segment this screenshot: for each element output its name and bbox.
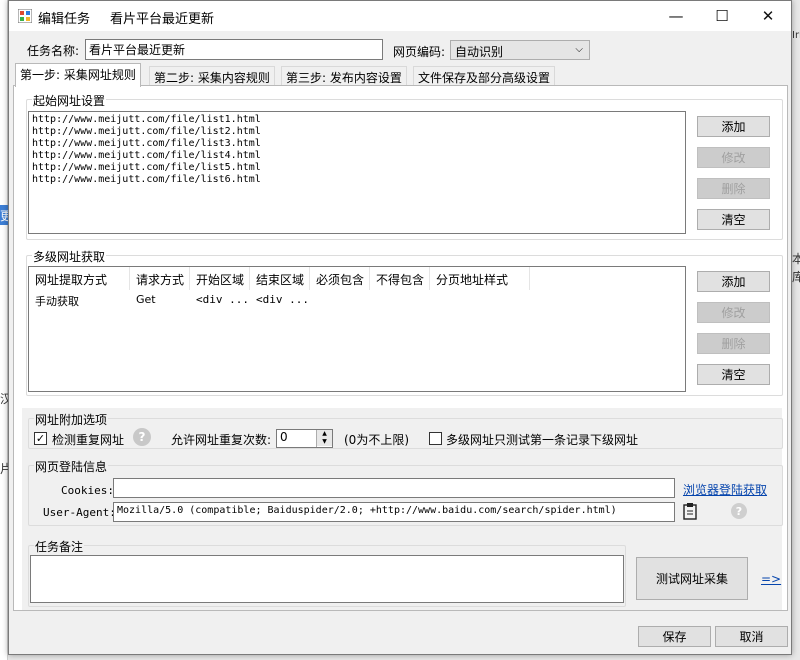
cookies-input[interactable] xyxy=(113,478,675,498)
help-icon[interactable]: ? xyxy=(133,428,151,446)
column-header[interactable]: 结束区域 xyxy=(250,267,310,290)
column-header[interactable]: 请求方式 xyxy=(130,267,190,290)
allow-repeat-value: 0 xyxy=(280,430,288,444)
multi-level-add-button[interactable]: 添加 xyxy=(697,271,770,292)
list-item[interactable]: http://www.meijutt.com/file/list2.html xyxy=(29,126,685,138)
multi-level-delete-button[interactable]: 删除 xyxy=(697,333,770,354)
list-item[interactable]: http://www.meijutt.com/file/list3.html xyxy=(29,138,685,150)
table-cell: <div ... xyxy=(196,293,249,306)
spin-buttons[interactable]: ▲ ▼ xyxy=(316,430,332,447)
start-url-clear-button[interactable]: 清空 xyxy=(697,209,770,230)
table-cell: 手动获取 xyxy=(35,295,79,308)
cookies-label: Cookies: xyxy=(61,484,114,497)
notes-group-title: 任务备注 xyxy=(34,538,85,555)
background-mark: Iri xyxy=(792,30,800,41)
column-header[interactable]: 开始区域 xyxy=(190,267,250,290)
app-icon xyxy=(18,9,32,23)
start-url-delete-button[interactable]: 删除 xyxy=(697,178,770,199)
tab-content-rules[interactable]: 第二步: 采集内容规则 xyxy=(149,66,275,86)
encoding-label: 网页编码: xyxy=(393,45,446,59)
login-group-title: 网页登陆信息 xyxy=(34,458,109,475)
background-left-strip xyxy=(0,0,8,660)
check-duplicate-label: 检测重复网址 xyxy=(52,433,125,447)
multi-level-group-title: 多级网址获取 xyxy=(32,248,107,265)
title-bar[interactable]: 编辑任务 看片平台最近更新 — ☐ ✕ xyxy=(9,1,791,31)
minimize-button[interactable]: — xyxy=(653,1,699,31)
chevron-down-icon: ⌵ xyxy=(575,44,583,55)
multi-level-clear-button[interactable]: 清空 xyxy=(697,364,770,385)
first-record-label: 多级网址只测试第一条记录下级网址 xyxy=(446,433,639,447)
tab-url-rules[interactable]: 第一步: 采集网址规则 xyxy=(15,63,141,87)
notes-input[interactable] xyxy=(30,555,624,603)
tab-file-advanced[interactable]: 文件保存及部分高级设置 xyxy=(413,66,556,86)
start-url-group-title: 起始网址设置 xyxy=(32,92,107,109)
list-item[interactable]: http://www.meijutt.com/file/list1.html xyxy=(29,114,685,126)
start-url-add-button[interactable]: 添加 xyxy=(697,116,770,137)
spin-down-icon[interactable]: ▼ xyxy=(317,438,332,446)
table-cell: Get xyxy=(136,293,156,306)
edit-task-dialog: 编辑任务 看片平台最近更新 — ☐ ✕ 任务名称: 看片平台最近更新 网页编码:… xyxy=(8,0,792,655)
allow-repeat-stepper[interactable]: 0 ▲ ▼ xyxy=(276,429,333,448)
clipboard-icon[interactable] xyxy=(681,502,699,520)
maximize-button[interactable]: ☐ xyxy=(699,1,745,31)
tab-publish-settings[interactable]: 第三步: 发布内容设置 xyxy=(281,66,407,86)
encoding-value: 自动识别 xyxy=(455,45,504,59)
help-icon[interactable]: ? xyxy=(731,503,747,519)
user-agent-label: User-Agent: xyxy=(43,506,116,519)
background-mark: 库 xyxy=(792,270,800,284)
table-cell: <div ... xyxy=(256,293,309,306)
close-button[interactable]: ✕ xyxy=(745,1,791,31)
column-header[interactable]: 网址提取方式 xyxy=(29,267,130,290)
list-item[interactable]: http://www.meijutt.com/file/list5.html xyxy=(29,162,685,174)
background-mark: 本 xyxy=(792,252,800,266)
column-header[interactable]: 分页地址样式 xyxy=(430,267,530,290)
cancel-button[interactable]: 取消 xyxy=(715,626,788,647)
task-name-input[interactable]: 看片平台最近更新 xyxy=(85,39,383,60)
task-name-label: 任务名称: xyxy=(27,44,80,58)
allow-repeat-label: 允许网址重复次数: xyxy=(171,433,272,447)
window-subtitle: 看片平台最近更新 xyxy=(110,12,215,27)
browser-login-link[interactable]: 浏览器登陆获取 xyxy=(683,481,767,498)
start-url-edit-button[interactable]: 修改 xyxy=(697,147,770,168)
user-agent-input[interactable]: Mozilla/5.0 (compatible; Baiduspider/2.0… xyxy=(113,502,675,522)
first-record-checkbox[interactable] xyxy=(429,432,442,445)
list-item[interactable]: http://www.meijutt.com/file/list6.html xyxy=(29,174,685,186)
check-duplicate-checkbox[interactable]: ✓ xyxy=(34,432,47,445)
list-item[interactable]: http://www.meijutt.com/file/list4.html xyxy=(29,150,685,162)
multi-level-edit-button[interactable]: 修改 xyxy=(697,302,770,323)
repeat-hint: (0为不上限) xyxy=(344,433,409,447)
column-header[interactable]: 必须包含 xyxy=(310,267,370,290)
url-options-group-title: 网址附加选项 xyxy=(34,411,109,428)
tab-panel-url-rules: 起始网址设置 http://www.meijutt.com/file/list1… xyxy=(13,85,788,611)
encoding-select[interactable]: 自动识别 ⌵ xyxy=(450,40,590,60)
test-url-collect-button[interactable]: 测试网址采集 xyxy=(636,557,748,600)
spin-up-icon[interactable]: ▲ xyxy=(317,430,332,438)
window-title: 编辑任务 xyxy=(38,12,91,27)
save-button[interactable]: 保存 xyxy=(638,626,711,647)
check-icon: ✓ xyxy=(35,432,46,445)
arrow-link[interactable]: => xyxy=(761,572,781,586)
start-url-list[interactable]: http://www.meijutt.com/file/list1.html h… xyxy=(28,111,686,234)
column-header[interactable]: 不得包含 xyxy=(370,267,430,290)
multi-level-list[interactable]: 网址提取方式 请求方式 开始区域 结束区域 必须包含 不得包含 分页地址样式 手… xyxy=(28,266,686,392)
